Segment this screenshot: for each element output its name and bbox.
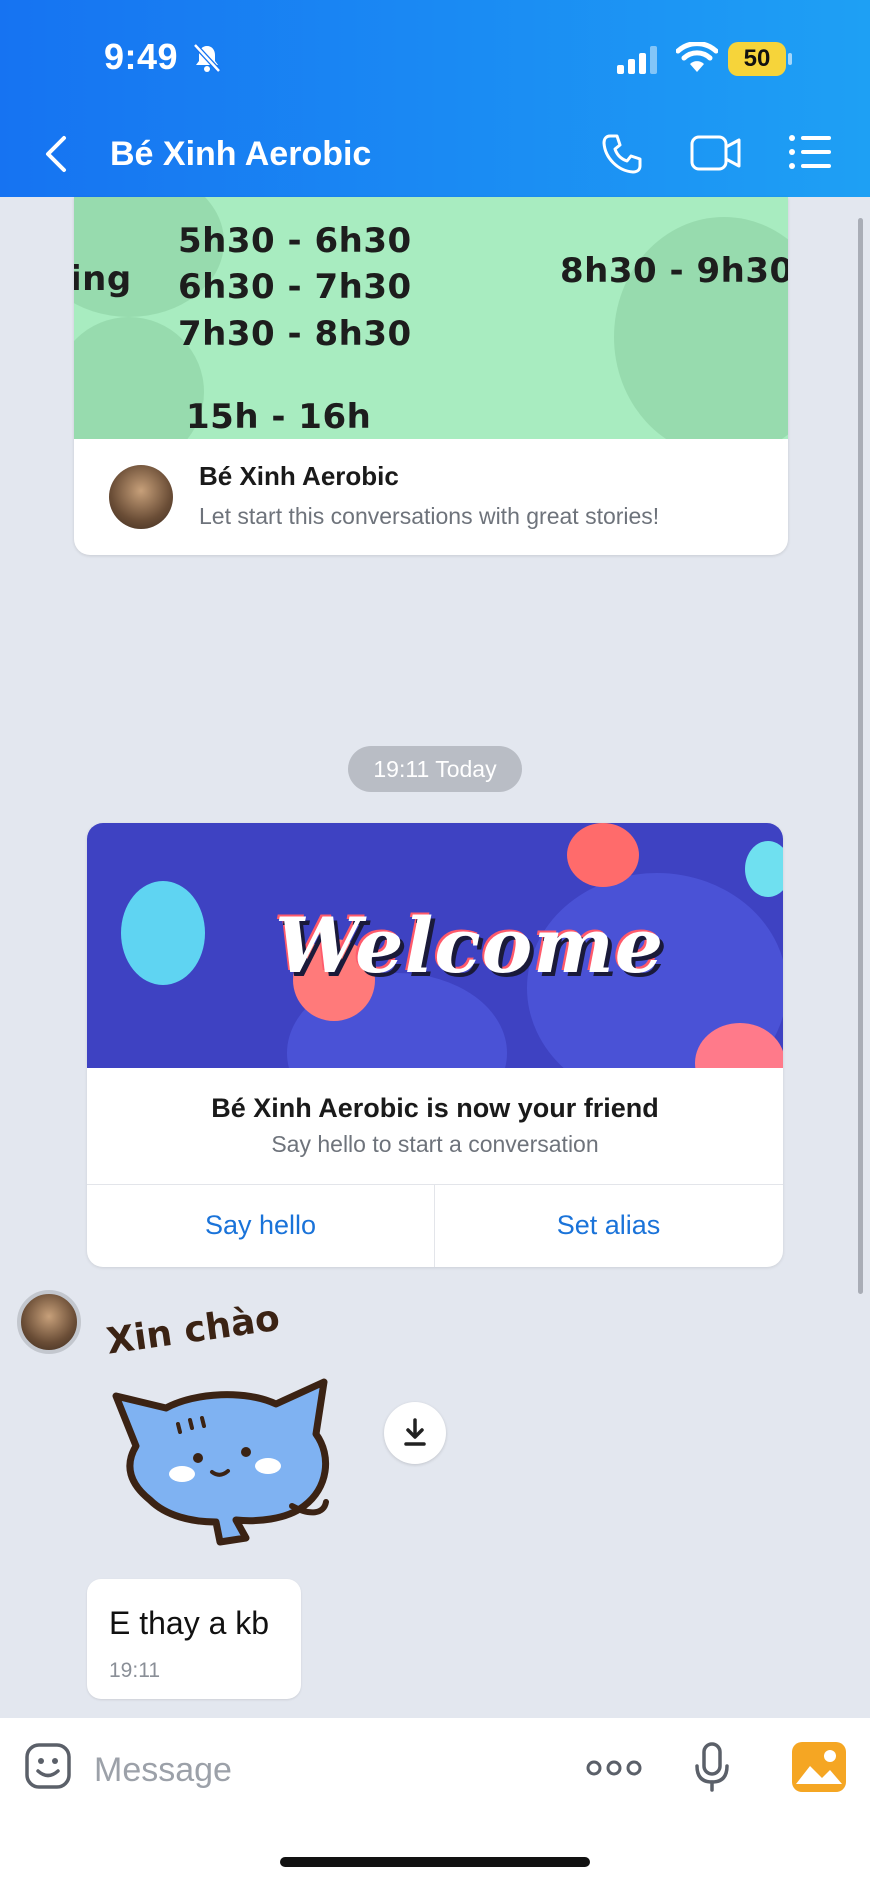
sticker-emoji-icon[interactable] bbox=[24, 1742, 72, 1790]
download-button[interactable] bbox=[384, 1402, 446, 1464]
scroll-indicator[interactable] bbox=[858, 218, 863, 1294]
story-sender-name: Bé Xinh Aerobic bbox=[199, 461, 399, 491]
status-time: 9:49 bbox=[104, 36, 179, 77]
microphone-icon[interactable] bbox=[694, 1742, 730, 1792]
schedule-fragment: ing bbox=[74, 259, 132, 299]
story-schedule-image: ing 5h30 - 6h30 6h30 - 7h30 7h30 - 8h30 … bbox=[74, 197, 788, 439]
balloon bbox=[121, 881, 205, 985]
chat-title[interactable]: Bé Xinh Aerobic bbox=[110, 134, 371, 174]
bell-muted-icon bbox=[193, 43, 221, 73]
wifi-icon bbox=[676, 42, 718, 72]
schedule-line: 7h30 - 8h30 bbox=[178, 314, 412, 354]
message-input[interactable] bbox=[94, 1746, 544, 1794]
chat-header: 9:49 50 Bé Xinh Aerobic bbox=[0, 0, 870, 197]
schedule-line: 8h30 - 9h30 bbox=[560, 251, 788, 291]
set-alias-button[interactable]: Set alias bbox=[435, 1184, 782, 1267]
video-call-icon[interactable] bbox=[690, 132, 742, 174]
friend-welcome-card: Welcome Bé Xinh Aerobic is now your frie… bbox=[87, 823, 783, 1267]
welcome-banner-text: Welcome bbox=[275, 901, 665, 990]
battery-level: 50 bbox=[728, 42, 786, 76]
menu-list-icon[interactable] bbox=[788, 132, 832, 172]
avatar[interactable] bbox=[17, 1290, 81, 1354]
gallery-image-icon[interactable] bbox=[792, 1742, 846, 1792]
battery-indicator: 50 bbox=[728, 42, 792, 76]
friend-subtitle: Say hello to start a conversation bbox=[271, 1131, 599, 1157]
say-hello-button[interactable]: Say hello bbox=[87, 1184, 434, 1267]
battery-nub bbox=[788, 53, 792, 65]
schedule-line: 5h30 - 6h30 bbox=[178, 221, 412, 261]
date-separator: 19:11 Today bbox=[348, 746, 522, 792]
friend-title: Bé Xinh Aerobic is now your friend bbox=[211, 1093, 659, 1123]
home-indicator bbox=[280, 1857, 590, 1867]
story-description: Let start this conversations with great … bbox=[199, 503, 660, 529]
download-icon bbox=[404, 1418, 426, 1446]
schedule-line: 6h30 - 7h30 bbox=[178, 267, 412, 307]
welcome-banner: Welcome bbox=[87, 823, 783, 1068]
cellular-signal-icon bbox=[617, 46, 657, 74]
schedule-line: 15h - 16h bbox=[186, 397, 372, 437]
balloon bbox=[567, 823, 639, 887]
message-composer bbox=[0, 1718, 870, 1885]
story-card[interactable]: ing 5h30 - 6h30 6h30 - 7h30 7h30 - 8h30 … bbox=[74, 197, 788, 555]
avatar[interactable] bbox=[109, 465, 173, 529]
message-bubble[interactable]: E thay a kb 19:11 bbox=[87, 1579, 301, 1699]
phone-call-icon[interactable] bbox=[600, 132, 644, 176]
message-text: E thay a kb bbox=[109, 1605, 270, 1641]
back-chevron-icon[interactable] bbox=[42, 134, 72, 174]
message-time: 19:11 bbox=[109, 1659, 160, 1682]
balloon bbox=[745, 841, 783, 897]
more-options-icon[interactable] bbox=[586, 1756, 642, 1780]
